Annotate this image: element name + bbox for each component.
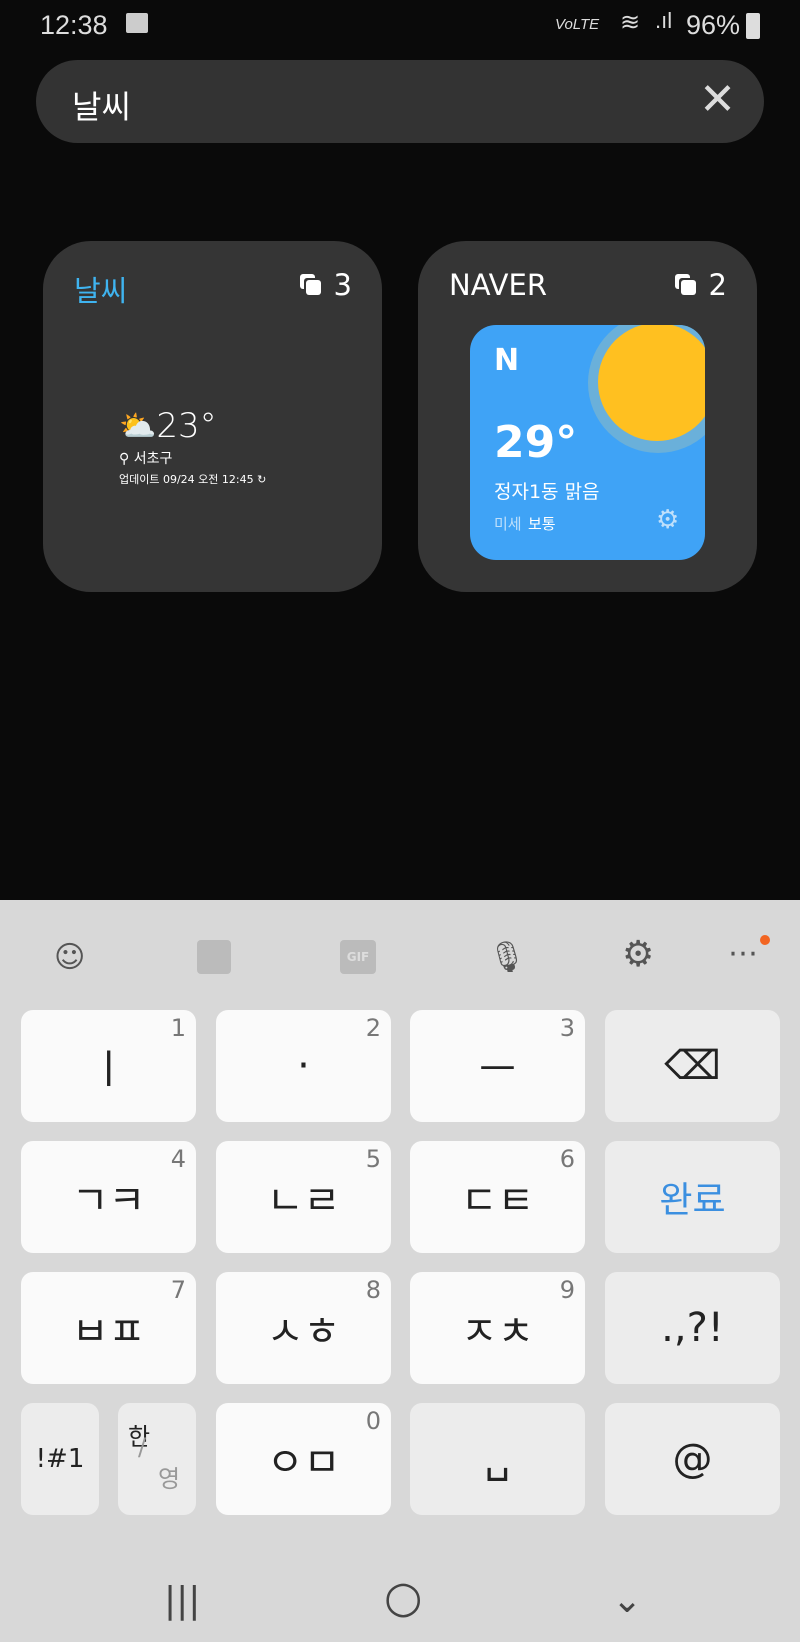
updated-time: 업데이트 09/24 오전 12:45 ↻ [119, 473, 267, 486]
volte-icon: VoLTE [555, 16, 600, 33]
stack-icon [299, 274, 322, 296]
stack-icon [674, 274, 697, 296]
punctuation-key[interactable]: .,?! [605, 1272, 780, 1384]
backspace-icon: ⌫ [664, 1043, 721, 1089]
key-7[interactable]: ㅂㅍ 7 [21, 1272, 196, 1384]
naver-logo: N [494, 343, 520, 378]
temperature: 23° [156, 406, 217, 446]
language-key[interactable]: 한 / 영 [118, 1403, 196, 1515]
location: ⚲ 서초구 [119, 451, 173, 467]
gallery-icon [126, 13, 148, 33]
widget-count: 2 [674, 268, 727, 302]
recent-apps-button[interactable]: ||| [164, 1580, 200, 1621]
weather-desc: 정자1동 맑음 [494, 481, 600, 503]
hide-keyboard-button[interactable]: ⌄ [612, 1580, 642, 1621]
close-icon[interactable]: ✕ [699, 74, 736, 125]
widget-card-weather[interactable]: 날씨 3 ⛅ 23° ⚲ 서초구 업데이트 09/24 오전 12:45 ↻ [43, 241, 382, 592]
partly-sunny-icon: ⛅ [119, 408, 157, 444]
search-input[interactable]: 날씨 [72, 82, 131, 128]
widget-card-naver[interactable]: NAVER 2 N 29° 정자1동 맑음 미세 보통 ⚙ [418, 241, 757, 592]
status-bar: 12:38 VoLTE ≋ .ıl 96% [0, 0, 800, 52]
key-5[interactable]: ㄴㄹ 5 [216, 1141, 391, 1253]
battery-level: 96% [686, 10, 741, 40]
more-icon[interactable]: ⋯ [728, 936, 758, 971]
key-0[interactable]: ㅇㅁ 0 [216, 1403, 391, 1515]
key-6[interactable]: ㄷㅌ 6 [410, 1141, 585, 1253]
pin-icon: ⚲ [119, 451, 130, 467]
symbol-key[interactable]: !#1 [21, 1403, 99, 1515]
dust-label: 미세 [494, 515, 522, 533]
key-1[interactable]: ㅣ1 [21, 1010, 196, 1122]
settings-icon[interactable]: ⚙ [622, 934, 654, 975]
temperature: 29° [494, 417, 578, 468]
battery-icon [746, 13, 760, 39]
signal-icon: .ıl [655, 8, 673, 33]
space-key[interactable]: ␣ [410, 1403, 585, 1515]
notification-dot [760, 935, 770, 945]
key-8[interactable]: ㅅㅎ 8 [216, 1272, 391, 1384]
card-title: 날씨 [74, 274, 128, 308]
key-4[interactable]: ㄱㅋ 4 [21, 1141, 196, 1253]
clock: 12:38 [40, 10, 108, 40]
emoji-icon[interactable]: ☺ [54, 940, 85, 975]
gear-icon: ⚙ [656, 505, 680, 535]
backspace-key[interactable]: ⌫ [605, 1010, 780, 1122]
card-title: NAVER [449, 268, 547, 302]
wifi-icon: ≋ [620, 9, 641, 36]
done-key[interactable]: 완료 [605, 1141, 780, 1253]
keyboard: ☺ GIF 🎙 ⚙ ⋯ ㅣ1 · 2 ㅡ3 ⌫ ㄱㅋ 4 ㄴㄹ 5 ㄷㅌ 6 완료 ㅂㅍ… [0, 900, 800, 1642]
gif-icon[interactable]: GIF [340, 940, 376, 974]
key-3[interactable]: ㅡ3 [410, 1010, 585, 1122]
search-bar[interactable]: 날씨 ✕ [36, 60, 764, 143]
dust-value: 보통 [528, 515, 556, 533]
widget-count: 3 [299, 268, 352, 302]
at-key[interactable]: @ [605, 1403, 780, 1515]
mic-icon[interactable]: 🎙 [488, 940, 526, 975]
key-2[interactable]: · 2 [216, 1010, 391, 1122]
key-9[interactable]: ㅈㅊ 9 [410, 1272, 585, 1384]
naver-weather-preview: N 29° 정자1동 맑음 미세 보통 ⚙ [470, 325, 705, 560]
weather-preview: ⛅ 23° ⚲ 서초구 업데이트 09/24 오전 12:45 ↻ [119, 406, 266, 487]
home-button[interactable]: ○ [384, 1572, 422, 1623]
refresh-icon: ↻ [257, 473, 267, 486]
sticker-icon[interactable] [197, 940, 231, 974]
